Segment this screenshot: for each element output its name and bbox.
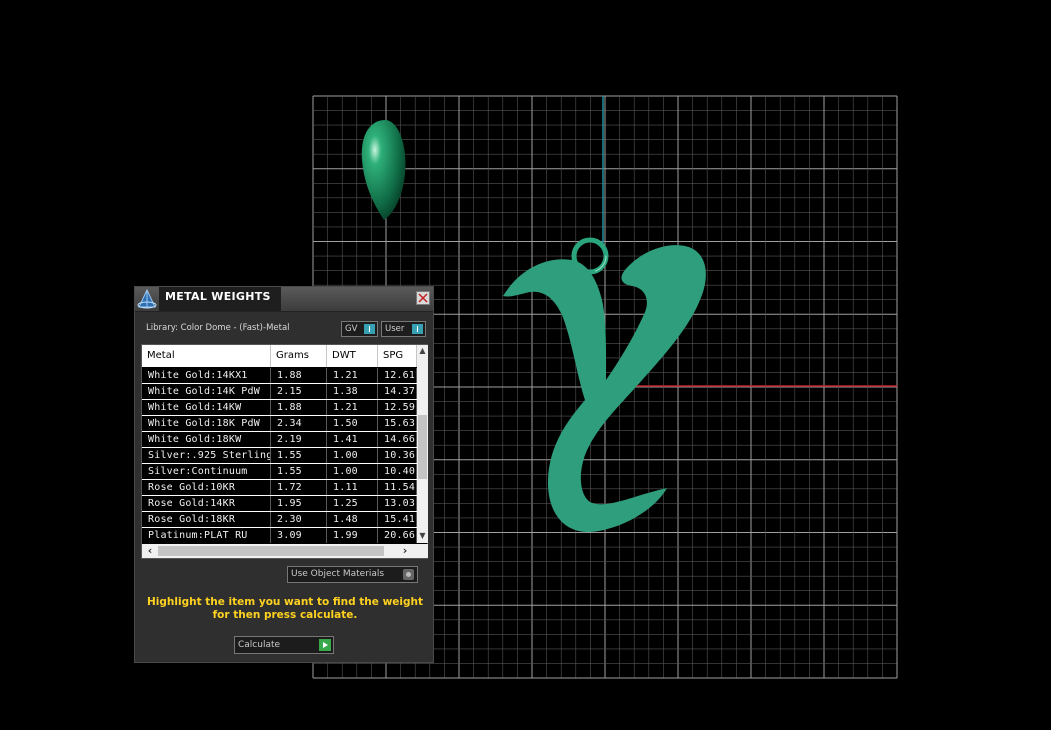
table-row[interactable]: White Gold:18K PdW 2.34 1.50 15.63 <box>142 416 427 432</box>
cell-spg: 14.37 <box>378 384 417 399</box>
column-header-metal[interactable]: Metal <box>142 345 271 367</box>
cell-grams: 2.19 <box>271 432 327 447</box>
cell-dwt: 1.11 <box>327 480 378 495</box>
column-header-spg[interactable]: SPG <box>378 345 417 367</box>
cell-dwt: 1.00 <box>327 448 378 463</box>
gv-toggle-label: GV <box>345 324 358 334</box>
cell-grams: 1.95 <box>271 496 327 511</box>
cell-dwt: 1.00 <box>327 464 378 479</box>
cell-dwt: 1.38 <box>327 384 378 399</box>
table-row[interactable]: White Gold:18KW 2.19 1.41 14.66 <box>142 432 427 448</box>
metal-table: Metal Grams DWT SPG White Gold:14KX1 1.88… <box>141 344 428 559</box>
cell-spg: 13.03 <box>378 496 417 511</box>
cell-spg: 10.40 <box>378 464 417 479</box>
cell-dwt: 1.21 <box>327 368 378 383</box>
cell-grams: 1.55 <box>271 448 327 463</box>
vertical-scrollbar[interactable]: ▲ ▼ <box>417 345 428 543</box>
cell-metal: Rose Gold:18KR <box>142 512 271 527</box>
cell-dwt: 1.50 <box>327 416 378 431</box>
scroll-right-icon[interactable]: › <box>399 544 411 558</box>
cell-dwt: 1.41 <box>327 432 378 447</box>
user-toggle-label: User <box>385 324 405 334</box>
cell-metal: Rose Gold:14KR <box>142 496 271 511</box>
cell-grams: 1.72 <box>271 480 327 495</box>
panel-title: METAL WEIGHTS <box>165 290 271 303</box>
cell-metal: Platinum:PLAT RU <box>142 528 271 543</box>
cell-spg: 15.41 <box>378 512 417 527</box>
radio-icon[interactable] <box>403 569 414 580</box>
scroll-up-icon[interactable]: ▲ <box>418 346 427 356</box>
table-row[interactable]: Rose Gold:14KR 1.95 1.25 13.03 <box>142 496 427 512</box>
cell-metal: Silver:.925 Sterling <box>142 448 271 463</box>
cell-grams: 2.15 <box>271 384 327 399</box>
calculate-label: Calculate <box>238 640 281 650</box>
scroll-left-icon[interactable]: ‹ <box>144 544 156 558</box>
toggle-switch-icon <box>412 324 423 334</box>
pyramid-app-icon <box>137 288 157 309</box>
cell-spg: 20.66 <box>378 528 417 543</box>
gv-toggle[interactable]: GV <box>341 321 378 337</box>
cell-grams: 3.09 <box>271 528 327 543</box>
close-button[interactable] <box>416 291 430 305</box>
cell-grams: 2.30 <box>271 512 327 527</box>
cell-grams: 2.34 <box>271 416 327 431</box>
cell-metal: Rose Gold:10KR <box>142 480 271 495</box>
table-row[interactable]: Silver:Continuum 1.55 1.00 10.40 <box>142 464 427 480</box>
teardrop-model[interactable] <box>361 120 406 220</box>
calculate-button[interactable]: Calculate <box>234 636 334 654</box>
use-object-materials-label: Use Object Materials <box>291 569 385 579</box>
table-row[interactable]: White Gold:14KX1 1.88 1.21 12.61 <box>142 368 427 384</box>
horizontal-scroll-thumb[interactable] <box>158 546 384 556</box>
cell-metal: White Gold:14K PdW <box>142 384 271 399</box>
panel-titlebar[interactable]: METAL WEIGHTS <box>135 287 433 312</box>
cell-dwt: 1.25 <box>327 496 378 511</box>
cell-grams: 1.55 <box>271 464 327 479</box>
table-row[interactable]: White Gold:14KW 1.88 1.21 12.59 <box>142 400 427 416</box>
cell-metal: White Gold:18K PdW <box>142 416 271 431</box>
vertical-scroll-thumb[interactable] <box>418 415 427 479</box>
table-row[interactable]: Silver:.925 Sterling 1.55 1.00 10.36 <box>142 448 427 464</box>
cell-spg: 12.61 <box>378 368 417 383</box>
metal-weights-panel: METAL WEIGHTS Library: Color Dome - (Fas… <box>134 286 434 663</box>
toggle-switch-icon <box>364 324 375 334</box>
table-body: White Gold:14KX1 1.88 1.21 12.61 White Gold:… <box>142 368 427 543</box>
cell-metal: Silver:Continuum <box>142 464 271 479</box>
scrollbar-corner <box>417 544 428 558</box>
column-header-dwt[interactable]: DWT <box>327 345 378 367</box>
user-toggle[interactable]: User <box>381 321 426 337</box>
cell-spg: 12.59 <box>378 400 417 415</box>
table-row[interactable]: White Gold:14K PdW 2.15 1.38 14.37 <box>142 384 427 400</box>
horizontal-scrollbar[interactable]: ‹ › <box>142 544 417 558</box>
instruction-text: Highlight the item you want to find the … <box>147 596 423 621</box>
table-row[interactable]: Rose Gold:10KR 1.72 1.11 11.54 <box>142 480 427 496</box>
cell-spg: 10.36 <box>378 448 417 463</box>
table-row[interactable]: Platinum:PLAT RU 3.09 1.99 20.66 <box>142 528 427 543</box>
cell-metal: White Gold:14KW <box>142 400 271 415</box>
cell-spg: 14.66 <box>378 432 417 447</box>
table-row[interactable]: Rose Gold:18KR 2.30 1.48 15.41 <box>142 512 427 528</box>
cell-metal: White Gold:14KX1 <box>142 368 271 383</box>
close-icon <box>418 293 428 303</box>
cell-spg: 11.54 <box>378 480 417 495</box>
cell-spg: 15.63 <box>378 416 417 431</box>
cell-dwt: 1.21 <box>327 400 378 415</box>
use-object-materials-option[interactable]: Use Object Materials <box>287 566 418 583</box>
column-header-grams[interactable]: Grams <box>271 345 327 367</box>
table-header: Metal Grams DWT SPG <box>142 345 427 367</box>
cell-dwt: 1.48 <box>327 512 378 527</box>
library-label: Library: Color Dome - (Fast)-Metal <box>146 323 290 333</box>
cell-grams: 1.88 <box>271 400 327 415</box>
cell-metal: White Gold:18KW <box>142 432 271 447</box>
cell-grams: 1.88 <box>271 368 327 383</box>
cell-dwt: 1.99 <box>327 528 378 543</box>
play-icon <box>319 639 331 651</box>
scroll-down-icon[interactable]: ▼ <box>418 531 427 541</box>
